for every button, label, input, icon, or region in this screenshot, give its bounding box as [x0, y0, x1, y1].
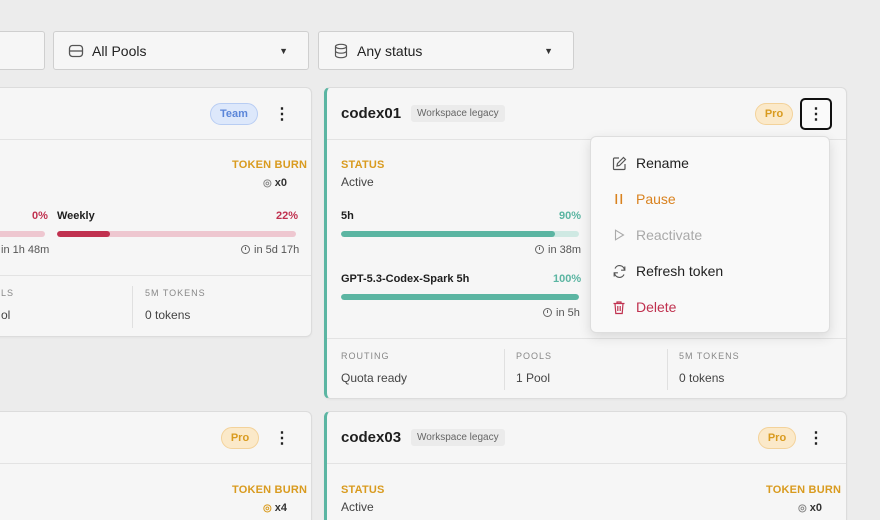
stack-icon	[333, 43, 349, 59]
pool-filter-value: All Pools	[92, 42, 147, 59]
quota-reset: in 38m	[535, 244, 581, 256]
footer-title: LS	[1, 288, 15, 298]
clock-icon	[241, 245, 250, 254]
more-options-icon[interactable]: ⋮	[800, 422, 832, 454]
more-options-icon[interactable]: ⋮	[266, 422, 298, 454]
pools-value: 1 Pool	[516, 371, 551, 385]
pool-filter-select[interactable]: All Pools ▼	[53, 31, 309, 70]
routing-value: Quota ready	[341, 371, 408, 385]
status-label: STATUS	[341, 484, 385, 496]
status-filter-select[interactable]: Any status ▼	[318, 31, 574, 70]
tokens-title: 5M TOKENS	[679, 351, 740, 361]
token-burn-label: TOKEN BURN	[766, 484, 842, 496]
spark-quota-bar	[341, 294, 579, 300]
weekly-reset: in 5d 17h	[241, 244, 299, 256]
account-actions-menu: Rename Pause Reactivate Refresh token De…	[590, 136, 830, 333]
token-burn-value: ◎ x0	[263, 177, 288, 189]
chevron-down-icon: ▼	[544, 45, 553, 56]
account-card-codex03: codex03 Workspace legacy Pro ⋮ STATUS Ac…	[324, 411, 847, 520]
footer-title: 5M TOKENS	[145, 288, 206, 298]
flame-icon: ◎	[798, 503, 807, 514]
flame-icon: ◎	[263, 178, 272, 189]
account-name: codex03	[341, 429, 402, 446]
account-card-left-top: Team ⋮ TOKEN BURN ◎ x0 0% in 1h 48m Week…	[0, 87, 312, 337]
status-value: Active	[341, 500, 374, 514]
quota-label: 5h	[341, 210, 354, 222]
token-burn-label: TOKEN BURN	[232, 159, 308, 171]
clock-icon	[535, 245, 544, 254]
workspace-tag: Workspace legacy	[411, 429, 505, 446]
menu-item-reactivate[interactable]: Reactivate	[591, 217, 829, 253]
pools-title: POOLS	[516, 351, 553, 361]
weekly-label: Weekly	[57, 210, 95, 222]
menu-item-delete[interactable]: Delete	[591, 289, 829, 325]
chevron-down-icon: ▼	[279, 45, 288, 56]
weekly-quota-bar	[57, 231, 296, 237]
plan-badge: Team	[210, 103, 258, 125]
footer-value: ol	[1, 308, 11, 322]
account-card-left-bottom: Pro ⋮ TOKEN BURN ◎ x4	[0, 411, 312, 520]
quota-percent: 90%	[559, 210, 582, 222]
play-icon	[611, 227, 627, 243]
workspace-tag: Workspace legacy	[411, 105, 505, 122]
clock-icon	[543, 308, 552, 317]
status-label: STATUS	[341, 159, 385, 171]
spark-quota-label: GPT-5.3-Codex-Spark 5h	[341, 273, 470, 285]
pencil-icon	[611, 155, 627, 171]
status-value: Active	[341, 175, 374, 189]
tokens-value: 0 tokens	[679, 371, 725, 385]
menu-item-pause[interactable]: Pause	[591, 181, 829, 217]
database-icon	[68, 43, 84, 59]
status-filter-value: Any status	[357, 42, 423, 59]
token-burn-label: TOKEN BURN	[232, 484, 308, 496]
trash-icon	[611, 299, 627, 315]
token-burn-value: ◎ x4	[263, 502, 288, 514]
account-name: codex01	[341, 105, 402, 122]
quota-percent: 0%	[32, 210, 48, 222]
plan-badge: Pro	[758, 427, 796, 449]
menu-item-refresh-token[interactable]: Refresh token	[591, 253, 829, 289]
footer-value: 0 tokens	[145, 308, 191, 322]
routing-title: ROUTING	[341, 351, 390, 361]
token-burn-value: ◎ x0	[798, 502, 823, 514]
quota-bar-5h	[341, 231, 579, 237]
plan-badge: Pro	[221, 427, 259, 449]
quota-reset: in 1h 48m	[1, 244, 50, 256]
flame-icon: ◎	[263, 503, 272, 514]
plan-badge: Pro	[755, 103, 793, 125]
spark-quota-reset: in 5h	[543, 307, 580, 319]
search-field-partial[interactable]	[0, 31, 45, 70]
spark-quota-percent: 100%	[553, 273, 582, 285]
quota-bar-partial	[0, 231, 45, 237]
more-options-icon[interactable]: ⋮	[266, 98, 298, 130]
more-options-icon[interactable]: ⋮	[800, 98, 832, 130]
weekly-percent: 22%	[276, 210, 299, 222]
pause-icon	[611, 191, 627, 207]
menu-item-rename[interactable]: Rename	[591, 145, 829, 181]
refresh-icon	[611, 263, 627, 279]
